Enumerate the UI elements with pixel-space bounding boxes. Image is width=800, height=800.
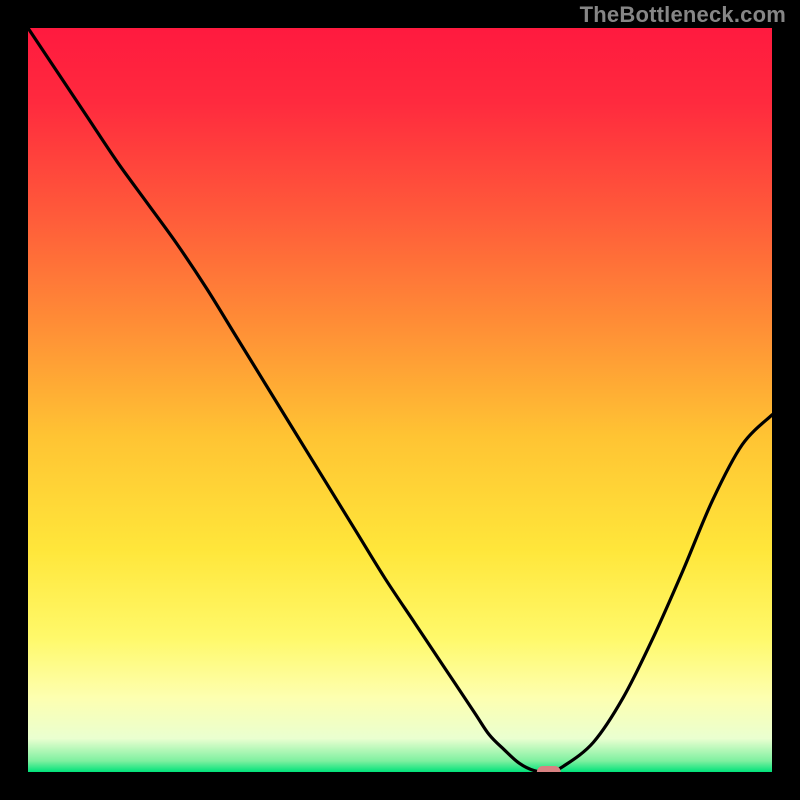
chart-frame: TheBottleneck.com <box>0 0 800 800</box>
plot-area <box>28 28 772 772</box>
marker-point <box>537 766 561 772</box>
watermark: TheBottleneck.com <box>580 2 786 28</box>
plot-svg <box>28 28 772 772</box>
plot-background <box>28 28 772 772</box>
